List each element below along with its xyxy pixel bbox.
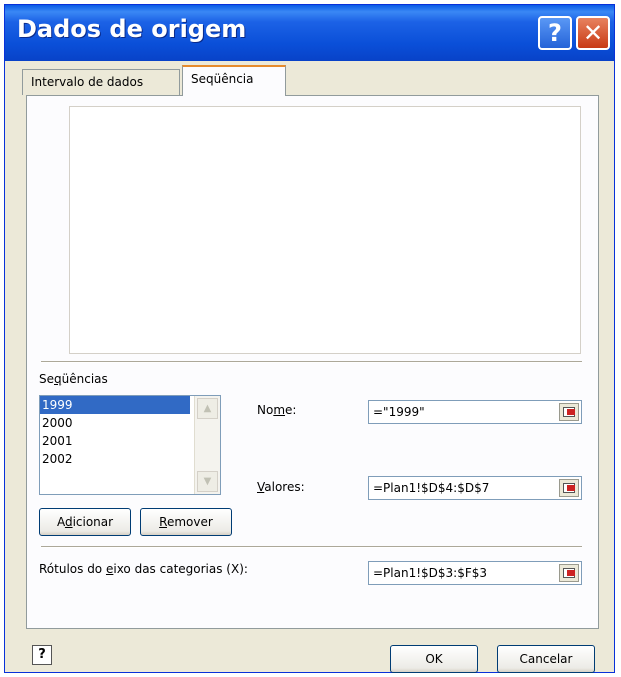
add-rest: icionar (72, 515, 114, 529)
separator (41, 546, 582, 548)
separator (41, 361, 582, 363)
remove-series-button[interactable]: Remover (140, 508, 232, 536)
series-listbox[interactable]: 1999 2000 2001 2002 ▲ ▼ (39, 395, 221, 495)
remove-mnemonic: R (159, 515, 167, 529)
name-label: Nome: (257, 403, 296, 417)
series-label-prefix: Se (39, 372, 54, 386)
range-select-icon[interactable] (559, 403, 579, 421)
scroll-down-icon[interactable]: ▼ (197, 471, 218, 492)
series-label-mnemonic: q (54, 372, 62, 386)
range-select-icon[interactable] (559, 479, 579, 497)
title-help-button[interactable]: ? (538, 16, 572, 50)
name-input[interactable] (370, 402, 556, 422)
category-rest: ixo das categorias (X): (113, 562, 248, 576)
add-mnemonic: d (64, 515, 73, 529)
list-item[interactable]: 2002 (40, 450, 190, 468)
scroll-up-icon[interactable]: ▲ (197, 398, 218, 419)
series-label-rest: üências (61, 372, 108, 386)
name-rest: e: (285, 403, 297, 417)
list-item[interactable]: 2000 (40, 414, 190, 432)
chart-preview (69, 106, 581, 354)
list-item[interactable]: 1999 (40, 396, 190, 414)
name-field (368, 400, 582, 424)
values-input[interactable] (370, 478, 556, 498)
range-select-icon[interactable] (559, 564, 579, 582)
name-prefix: No (257, 403, 274, 417)
category-labels-input[interactable] (370, 563, 556, 583)
name-mnemonic: m (273, 403, 286, 417)
values-rest: alores: (264, 480, 305, 494)
category-labels-label: Rótulos do eixo das categorias (X): (39, 562, 248, 576)
remove-rest: emover (166, 515, 213, 529)
tab-data-range[interactable]: Intervalo de dados (22, 69, 180, 95)
tab-series[interactable]: Seqüência (182, 65, 286, 96)
list-item[interactable]: 2001 (40, 432, 190, 450)
vertical-scrollbar[interactable]: ▲ ▼ (194, 396, 220, 494)
series-tab-panel: Seqüências 1999 2000 2001 2002 ▲ ▼ Adici… (26, 95, 599, 629)
add-prefix: A (56, 515, 65, 529)
help-icon[interactable]: ? (32, 645, 52, 665)
add-series-button[interactable]: Adicionar (39, 508, 131, 536)
series-list-label: Seqüências (39, 372, 108, 386)
values-field (368, 476, 582, 500)
cancel-button[interactable]: Cancelar (497, 645, 595, 673)
dialog-title: Dados de origem (17, 15, 247, 43)
values-label: Valores: (257, 480, 305, 494)
category-prefix: Rótulos do (39, 562, 106, 576)
close-button[interactable]: ✕ (576, 16, 610, 50)
title-bar: Dados de origem ? ✕ (5, 5, 614, 61)
ok-button[interactable]: OK (390, 645, 478, 673)
category-labels-field (368, 561, 582, 585)
